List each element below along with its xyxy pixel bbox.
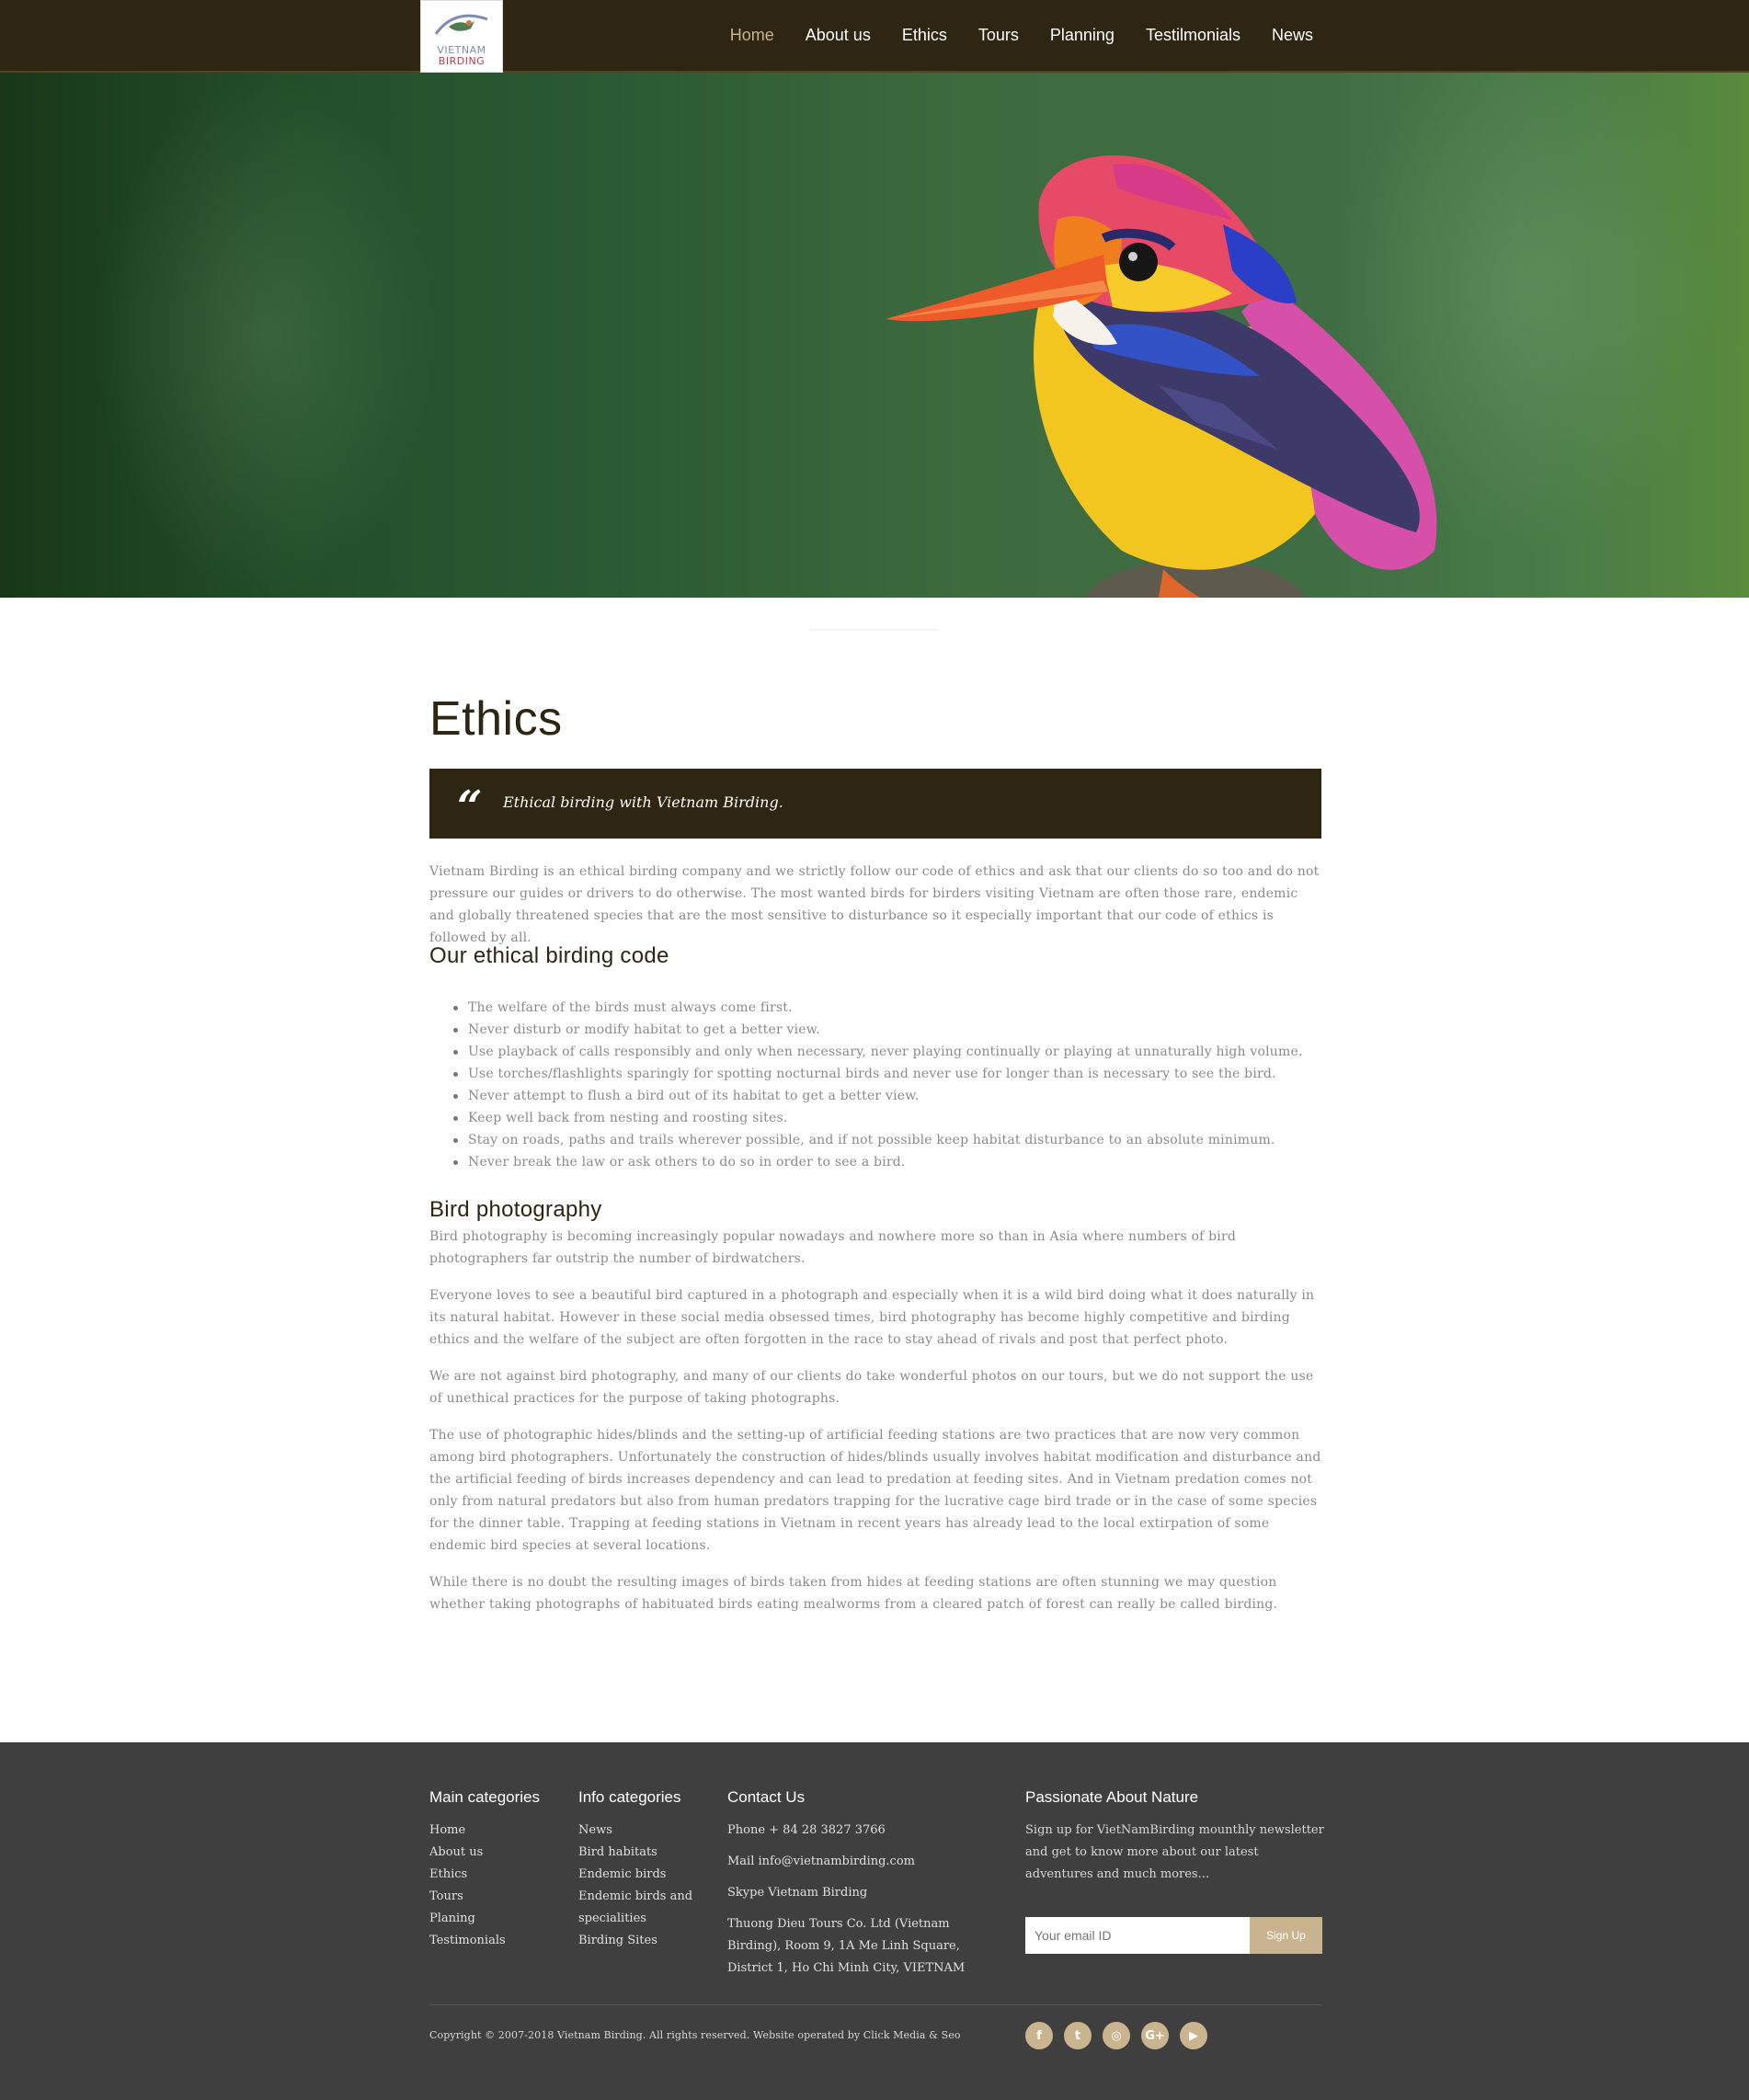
footer-link-birding-sites[interactable]: Birding Sites [578, 1930, 698, 1952]
hero-banner-kingfisher [0, 73, 1749, 598]
contact-skype: Skype Vietnam Birding [727, 1886, 868, 1900]
social-links: f t ◎ G+ ▶ [1025, 2022, 1207, 2049]
list-item: Stay on roads, paths and trails wherever… [453, 1129, 1332, 1151]
quote-icon: “ [457, 782, 483, 833]
newsletter-description: Sign up for VietNamBirding mounthly news… [1025, 1823, 1324, 1881]
contact-mail[interactable]: Mail info@vietnambirding.com [727, 1851, 1003, 1873]
intro-paragraph: Vietnam Birding is an ethical birding co… [429, 864, 1320, 945]
footer-link-home[interactable]: Home [429, 1820, 540, 1842]
twitter-icon[interactable]: t [1064, 2022, 1092, 2049]
footer-link-bird-habitats[interactable]: Bird habitats [578, 1842, 698, 1864]
section-heading-ethical-code: Our ethical birding code [429, 943, 669, 968]
newsletter-email-input[interactable] [1025, 1917, 1251, 1954]
photo-paragraph: Everyone loves to see a beautiful bird c… [429, 1288, 1315, 1347]
footer-contact: Contact Us Phone + 84 28 3827 3766 Mail … [727, 1788, 1003, 1980]
nav-ethics[interactable]: Ethics [902, 26, 947, 45]
facebook-icon[interactable]: f [1025, 2022, 1053, 2049]
quote-banner: “ Ethical birding with Vietnam Birding. [429, 769, 1321, 839]
list-item: Never break the law or ask others to do … [453, 1151, 1332, 1173]
section-heading-bird-photography: Bird photography [429, 1197, 602, 1222]
footer-main-categories: Main categories Home About us Ethics Tou… [429, 1788, 540, 1952]
logo-bird-icon [434, 14, 488, 35]
content-divider [809, 629, 938, 631]
quote-text: Ethical birding with Vietnam Birding. [503, 793, 783, 811]
footer-link-tours[interactable]: Tours [429, 1886, 540, 1908]
footer-link-testimonials[interactable]: Testimonials [429, 1930, 540, 1952]
list-item: Keep well back from nesting and roosting… [453, 1107, 1332, 1129]
footer-link-about-us[interactable]: About us [429, 1842, 540, 1864]
nav-about-us[interactable]: About us [806, 26, 871, 45]
footer-link-ethics[interactable]: Ethics [429, 1864, 540, 1886]
contact-phone: Phone + 84 28 3827 3766 [727, 1823, 886, 1837]
site-logo[interactable]: VIETNAM BIRDING [420, 0, 503, 73]
footer-divider [429, 2004, 1322, 2005]
photo-paragraph: Bird photography is becoming increasingl… [429, 1229, 1237, 1266]
instagram-icon[interactable]: ◎ [1103, 2022, 1130, 2049]
nav-tours[interactable]: Tours [978, 26, 1019, 45]
footer-heading: Passionate About Nature [1025, 1788, 1199, 1806]
nav-planning[interactable]: Planning [1050, 26, 1115, 45]
footer-link-news[interactable]: News [578, 1820, 698, 1842]
footer-info-categories: Info categories News Bird habitats Endem… [578, 1788, 698, 1952]
nav-home[interactable]: Home [730, 26, 774, 45]
footer-heading: Info categories [578, 1788, 681, 1806]
site-footer: Main categories Home About us Ethics Tou… [0, 1742, 1749, 2100]
kingfisher-illustration [886, 155, 1437, 598]
list-item: Use torches/flashlights sparingly for sp… [453, 1063, 1332, 1085]
ethical-code-list: The welfare of the birds must always com… [453, 997, 1332, 1173]
copyright-text: Copyright © 2007-2018 Vietnam Birding. A… [429, 2029, 961, 2041]
footer-link-endemic-birds[interactable]: Endemic birds [578, 1864, 698, 1886]
footer-heading: Main categories [429, 1788, 541, 1806]
logo-text-line2: BIRDING [438, 55, 486, 67]
nav-news[interactable]: News [1272, 26, 1313, 45]
google-plus-icon[interactable]: G+ [1141, 2022, 1169, 2049]
footer-link-planing[interactable]: Planing [429, 1908, 540, 1930]
photo-paragraph: We are not against bird photography, and… [429, 1369, 1314, 1406]
footer-link-endemic-birds-specialities[interactable]: Endemic birds and specialities [578, 1886, 698, 1930]
logo-text-line1: VIETNAM [437, 44, 486, 56]
list-item: Never disturb or modify habitat to get a… [453, 1019, 1332, 1041]
page-title: Ethics [429, 692, 563, 746]
photo-paragraph: The use of photographic hides/blinds and… [429, 1428, 1321, 1553]
list-item: The welfare of the birds must always com… [453, 997, 1332, 1019]
footer-newsletter: Passionate About Nature Sign up for Viet… [1025, 1788, 1329, 1886]
footer-heading: Contact Us [727, 1788, 806, 1806]
list-item: Never attempt to flush a bird out of its… [453, 1085, 1332, 1107]
signup-button[interactable]: Sign Up [1250, 1917, 1322, 1954]
top-navigation-bar: VIETNAM BIRDING Home About us Ethics Tou… [0, 0, 1749, 73]
list-item: Use playback of calls responsibly and on… [453, 1041, 1332, 1063]
contact-address: Thuong Dieu Tours Co. Ltd (Vietnam Birdi… [727, 1917, 966, 1975]
nav-testimonials[interactable]: Testilmonials [1146, 26, 1240, 45]
youtube-icon[interactable]: ▶ [1180, 2022, 1207, 2049]
photo-paragraph: While there is no doubt the resulting im… [429, 1575, 1278, 1612]
main-nav: Home About us Ethics Tours Planning Test… [699, 0, 1313, 70]
